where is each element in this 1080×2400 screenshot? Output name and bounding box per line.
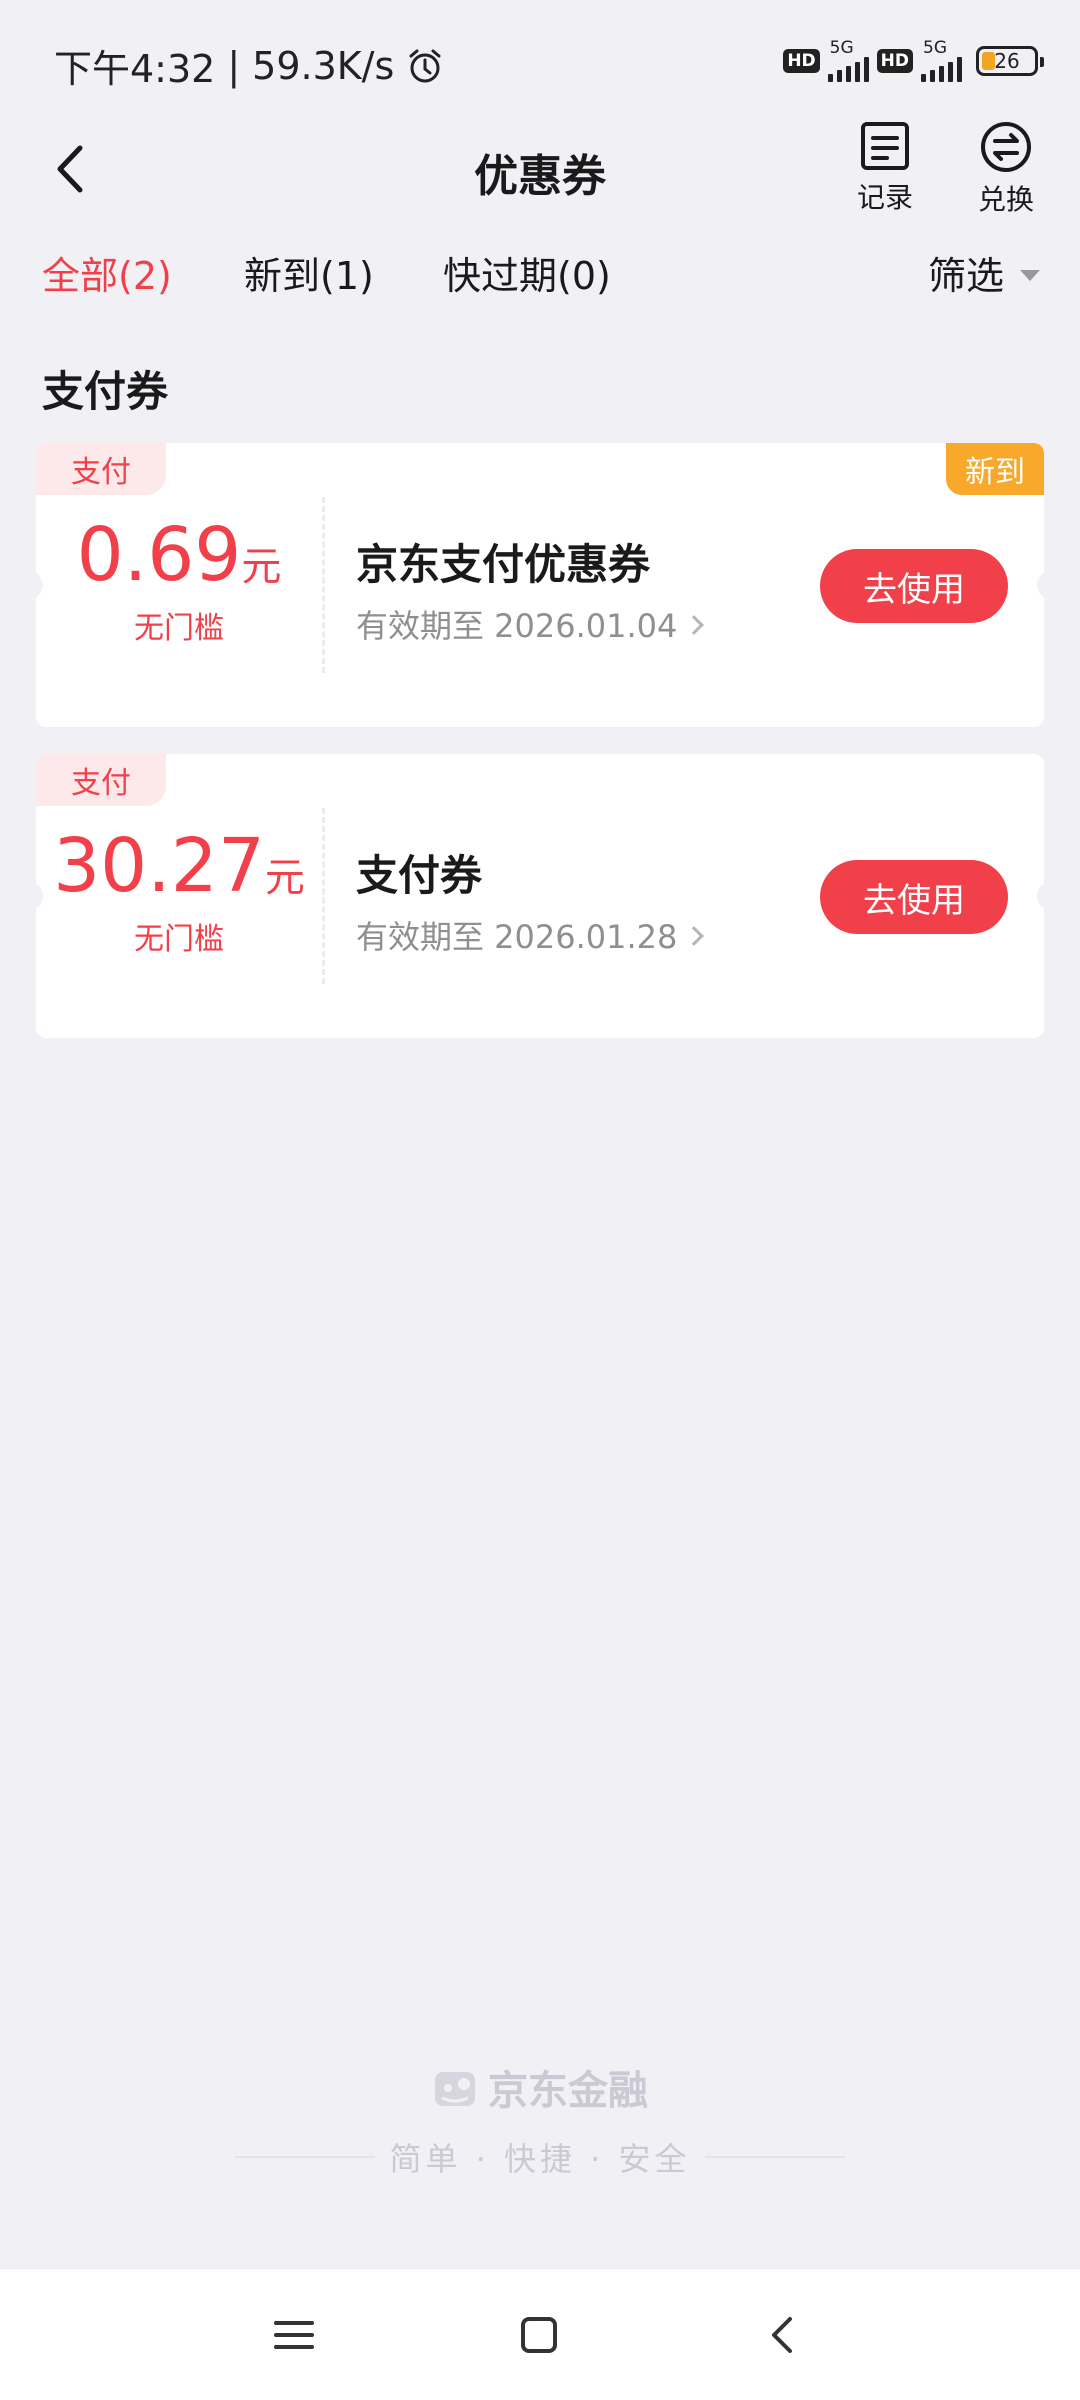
record-button[interactable]: 记录 xyxy=(840,120,930,216)
network-type: 5G xyxy=(829,38,854,58)
status-separator: | xyxy=(227,43,241,88)
back-nav-icon[interactable] xyxy=(752,2303,816,2367)
battery-level: 26 xyxy=(994,49,1020,73)
tab-new[interactable]: 新到(1) xyxy=(244,245,374,300)
coupon-type-tag: 支付 xyxy=(36,754,166,806)
status-bar: 下午4:32 | 59.3K/s HD 5G HD 5G 26 xyxy=(0,0,1080,120)
status-right: HD 5G HD 5G 26 xyxy=(783,38,1044,82)
coupon-threshold: 无门槛 xyxy=(134,922,224,957)
new-badge: 新到 xyxy=(946,443,1044,495)
chevron-right-icon xyxy=(684,926,705,946)
network-type: 5G xyxy=(923,38,947,58)
coupon-name: 京东支付优惠券 xyxy=(356,540,651,589)
coupon-amount-area: 30.27元 无门槛 xyxy=(36,824,322,958)
filter-tabs: 全部(2) 新到(1) 快过期(0) 筛选 xyxy=(0,245,1080,315)
coupon-unit: 元 xyxy=(241,544,282,590)
tab-expiring[interactable]: 快过期(0) xyxy=(443,245,611,300)
brand-name: 京东金融 xyxy=(488,2068,648,2114)
filter-button[interactable]: 筛选 xyxy=(928,245,1040,300)
hd-badge: HD xyxy=(876,49,913,73)
coupon-validity: 有效期至 2026.01.04 xyxy=(356,607,678,645)
exchange-icon xyxy=(981,122,1031,172)
exchange-label: 兑换 xyxy=(977,183,1034,216)
use-coupon-button[interactable]: 去使用 xyxy=(820,549,1008,623)
coupon-amount: 0.69 xyxy=(76,512,242,598)
section-title: 支付券 xyxy=(42,367,169,416)
coupon-validity-link[interactable]: 有效期至 2026.01.04 xyxy=(356,601,705,647)
brand-logo-icon xyxy=(435,2072,475,2106)
alarm-icon xyxy=(409,49,441,82)
coupon-amount: 30.27 xyxy=(53,823,265,909)
coupon-threshold: 无门槛 xyxy=(134,611,224,646)
record-icon xyxy=(861,122,909,170)
hd-badge: HD xyxy=(783,49,820,73)
coupon-name: 支付券 xyxy=(356,851,483,900)
system-nav-bar xyxy=(0,2268,1080,2400)
menu-icon[interactable] xyxy=(262,2303,326,2367)
filter-label: 筛选 xyxy=(927,254,1004,298)
status-time: 下午4:32 xyxy=(54,47,216,91)
coupon-type-tag: 支付 xyxy=(36,443,166,495)
network-speed: 59.3K/s xyxy=(252,43,395,88)
signal-icon: 5G xyxy=(921,40,962,82)
coupon-validity-link[interactable]: 有效期至 2026.01.28 xyxy=(356,912,705,958)
home-icon[interactable] xyxy=(507,2303,571,2367)
chevron-right-icon xyxy=(684,615,705,635)
use-coupon-button[interactable]: 去使用 xyxy=(820,860,1008,934)
brand-slogan: 简单 · 快捷 · 安全 xyxy=(389,2140,691,2178)
exchange-button[interactable]: 兑换 xyxy=(961,120,1051,218)
coupon-unit: 元 xyxy=(264,855,305,901)
caret-down-icon xyxy=(1020,270,1040,281)
tab-all[interactable]: 全部(2) xyxy=(42,245,172,300)
brand-footer: 京东金融 简单 · 快捷 · 安全 xyxy=(0,2058,1080,2180)
coupon-card: 支付 新到 0.69元 无门槛 京东支付优惠券 有效期至 2026.01.04 … xyxy=(36,443,1044,727)
coupon-card: 支付 30.27元 无门槛 支付券 有效期至 2026.01.28 去使用 xyxy=(36,754,1044,1038)
record-label: 记录 xyxy=(856,181,913,214)
nav-bar: 优惠券 记录 兑换 xyxy=(0,112,1080,232)
status-left: 下午4:32 | 59.3K/s xyxy=(54,38,444,93)
coupon-validity: 有效期至 2026.01.28 xyxy=(356,918,678,956)
battery-icon: 26 xyxy=(976,46,1044,76)
signal-icon: 5G xyxy=(827,38,869,82)
coupon-divider xyxy=(322,808,325,984)
coupon-divider xyxy=(322,497,325,673)
coupon-amount-area: 0.69元 无门槛 xyxy=(36,513,322,647)
